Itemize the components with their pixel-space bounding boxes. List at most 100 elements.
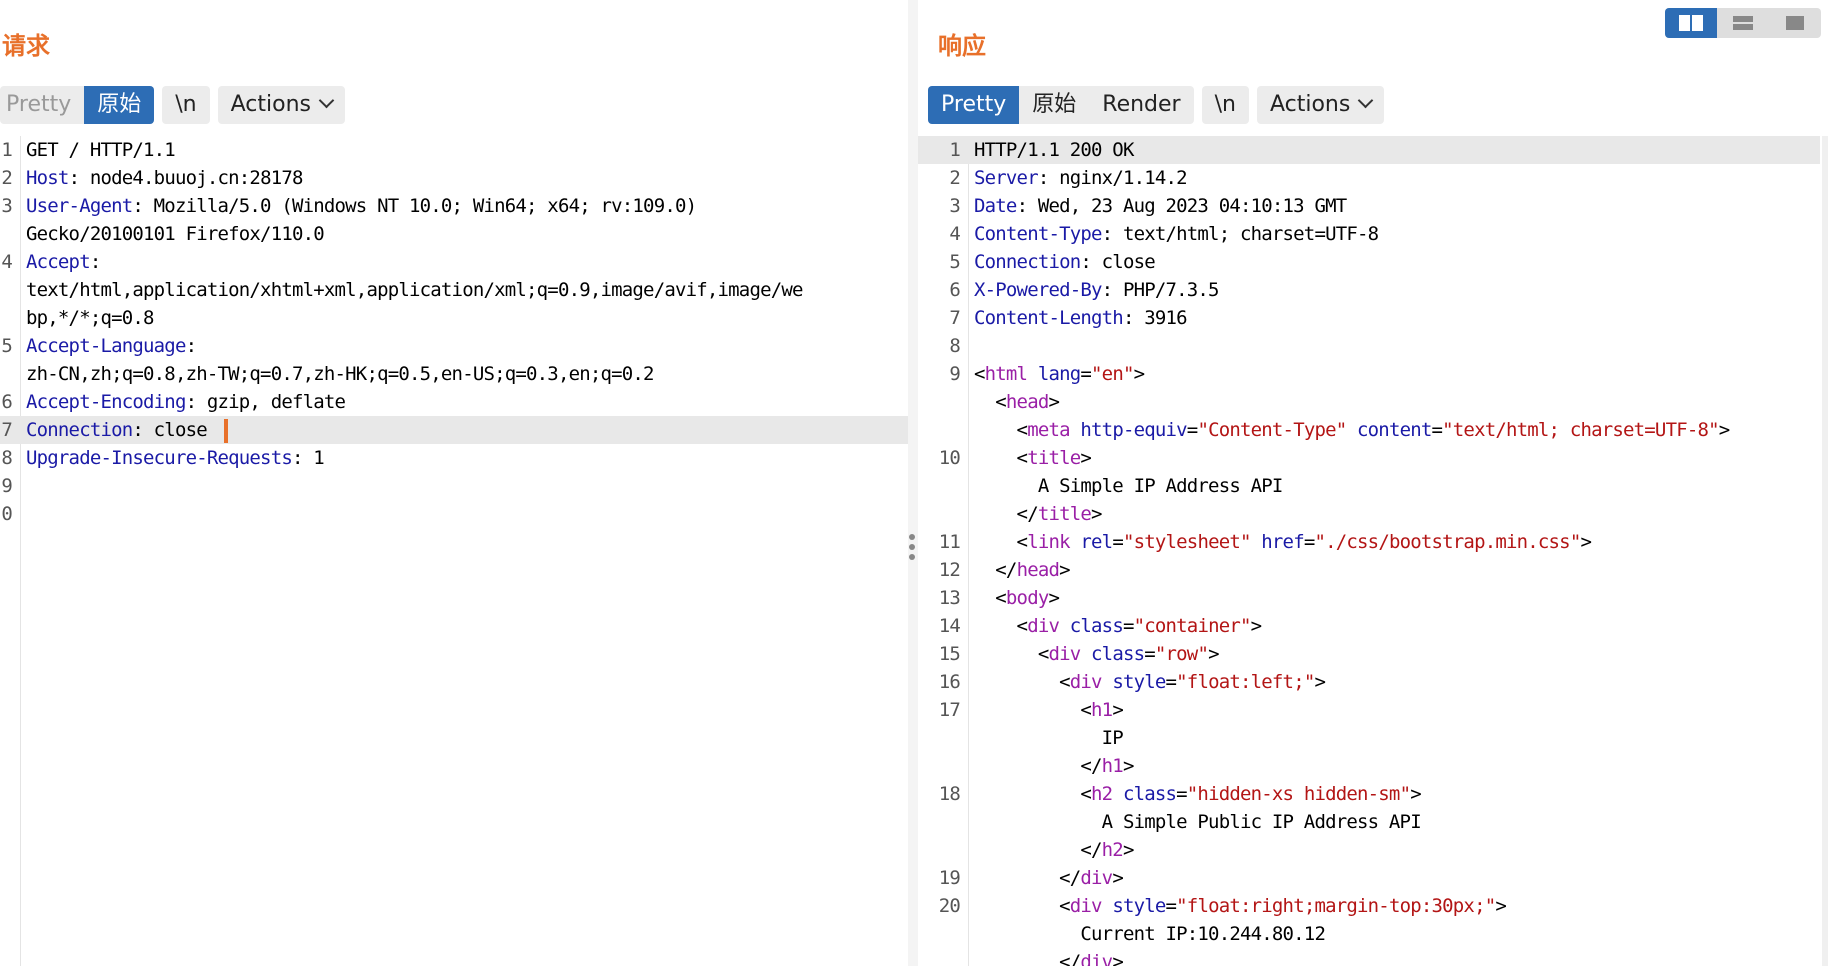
code-text: </title> <box>974 503 1103 525</box>
line-number: 1 <box>949 139 960 161</box>
request-code-line[interactable]: bp,*/*;q=0.8 <box>0 304 908 332</box>
code-text: User-Agent: Mozilla/5.0 (Windows NT 10.0… <box>26 195 697 217</box>
request-code-line[interactable]: 4 Accept: <box>0 248 908 276</box>
code-text: <div class="row"> <box>974 643 1220 665</box>
code-text: HTTP/1.1 200 OK <box>974 139 1134 161</box>
response-code-line[interactable]: 2 Server: nginx/1.14.2 <box>918 164 1820 192</box>
request-code-line[interactable]: text/html,application/xhtml+xml,applicat… <box>0 276 908 304</box>
request-code-line[interactable]: 2 Host: node4.buuoj.cn:28178 <box>0 164 908 192</box>
request-code-line[interactable]: 8 Upgrade-Insecure-Requests: 1 <box>0 444 908 472</box>
pane-splitter[interactable] <box>908 0 918 966</box>
line-number: 9 <box>949 363 960 385</box>
response-code-line[interactable]: IP <box>918 724 1820 752</box>
line-number: 0 <box>1 503 12 525</box>
response-code-line[interactable]: 17 <h1> <box>918 696 1820 724</box>
response-code-line[interactable]: 5 Connection: close <box>918 248 1820 276</box>
response-title: 响应 <box>938 32 986 60</box>
code-text: Upgrade-Insecure-Requests: 1 <box>26 447 325 469</box>
single-pane-layout-button[interactable] <box>1769 8 1821 38</box>
response-code-line[interactable]: </h1> <box>918 752 1820 780</box>
response-code-line[interactable]: </h2> <box>918 836 1820 864</box>
code-text: A Simple Public IP Address API <box>974 811 1422 833</box>
response-code-line[interactable]: 15 <div class="row"> <box>918 640 1820 668</box>
code-text: Content-Length: 3916 <box>974 307 1188 329</box>
line-number: 3 <box>949 195 960 217</box>
request-code-line[interactable]: Gecko/20100101 Firefox/110.0 <box>0 220 908 248</box>
request-tabbar: Pretty 原始 \n Actions <box>0 86 345 124</box>
response-code-line[interactable]: A Simple IP Address API <box>918 472 1820 500</box>
response-code-line[interactable]: <meta http-equiv="Content-Type" content=… <box>918 416 1820 444</box>
response-tab-pretty[interactable]: Pretty <box>928 86 1020 124</box>
response-code-line[interactable]: 7 Content-Length: 3916 <box>918 304 1820 332</box>
layout-toggle-group <box>1665 8 1821 38</box>
code-text: Current IP:10.244.80.12 <box>974 923 1326 945</box>
response-code-line[interactable]: 11 <link rel="stylesheet" href="./css/bo… <box>918 528 1820 556</box>
response-code-line[interactable]: 10 <title> <box>918 444 1820 472</box>
response-code-line[interactable]: 6 X-Powered-By: PHP/7.3.5 <box>918 276 1820 304</box>
code-text: Gecko/20100101 Firefox/110.0 <box>26 223 325 245</box>
stacked-layout-button[interactable] <box>1717 8 1769 38</box>
response-code-line[interactable]: 16 <div style="float:left;"> <box>918 668 1820 696</box>
response-code-line[interactable]: 20 <div style="float:right;margin-top:30… <box>918 892 1820 920</box>
response-editor[interactable]: 1 HTTP/1.1 200 OK 2 Server: nginx/1.14.2 3 Da… <box>918 136 1820 966</box>
response-code-line[interactable]: 9 <html lang="en"> <box>918 360 1820 388</box>
request-code-line[interactable]: zh-CN,zh;q=0.8,zh-TW;q=0.7,zh-HK;q=0.5,e… <box>0 360 908 388</box>
request-code-line[interactable]: 3 User-Agent: Mozilla/5.0 (Windows NT 10.… <box>0 192 908 220</box>
response-scrollbar[interactable] <box>1822 136 1828 966</box>
line-number: 19 <box>938 867 961 889</box>
response-code-line[interactable]: <head> <box>918 388 1820 416</box>
request-actions-label[interactable]: Actions <box>218 86 345 124</box>
code-text: bp,*/*;q=0.8 <box>26 307 154 329</box>
request-tab-raw[interactable]: 原始 <box>84 86 155 124</box>
response-code-line[interactable]: 3 Date: Wed, 23 Aug 2023 04:10:13 GMT <box>918 192 1820 220</box>
response-actions-label[interactable]: Actions <box>1257 86 1384 124</box>
response-code-line[interactable]: 13 <body> <box>918 584 1820 612</box>
line-number: 4 <box>949 223 960 245</box>
response-actions-button[interactable]: Actions <box>1256 86 1385 124</box>
line-number: 14 <box>938 615 961 637</box>
line-number: 9 <box>1 475 12 497</box>
code-text: Accept: <box>26 251 101 273</box>
line-number: 6 <box>1 391 12 413</box>
request-code-line[interactable]: 7 Connection: close <box>0 416 908 444</box>
drag-handle-icon[interactable] <box>909 534 915 564</box>
response-code-line[interactable]: 19 </div> <box>918 864 1820 892</box>
response-newline-label[interactable]: \n <box>1202 86 1249 124</box>
code-text: A Simple IP Address API <box>974 475 1284 497</box>
side-by-side-layout-button[interactable] <box>1665 8 1717 38</box>
code-text: Connection: close <box>26 416 228 444</box>
code-text: IP <box>974 727 1124 749</box>
response-code-line[interactable]: 14 <div class="container"> <box>918 612 1820 640</box>
line-number: 3 <box>1 195 12 217</box>
response-code-line[interactable]: 12 </head> <box>918 556 1820 584</box>
code-text: </h1> <box>974 755 1134 777</box>
response-code-line[interactable]: Current IP:10.244.80.12 <box>918 920 1820 948</box>
request-code-line[interactable]: 1 GET / HTTP/1.1 <box>0 136 908 164</box>
response-newline-toggle[interactable]: \n <box>1201 86 1249 124</box>
text-cursor <box>223 418 228 443</box>
request-actions-button[interactable]: Actions <box>217 86 345 124</box>
code-text: GET / HTTP/1.1 <box>26 139 176 161</box>
request-code-line[interactable]: 6 Accept-Encoding: gzip, deflate <box>0 388 908 416</box>
response-code-line[interactable]: 1 HTTP/1.1 200 OK <box>918 136 1820 164</box>
request-tab-pretty[interactable]: Pretty <box>0 86 84 124</box>
response-tab-render[interactable]: Render <box>1089 86 1193 124</box>
response-code-line[interactable]: A Simple Public IP Address API <box>918 808 1820 836</box>
code-text: <div class="container"> <box>974 615 1263 637</box>
line-number: 16 <box>938 671 961 693</box>
response-code-line[interactable]: 4 Content-Type: text/html; charset=UTF-8 <box>918 220 1820 248</box>
request-newline-label[interactable]: \n <box>162 86 209 124</box>
request-newline-toggle[interactable]: \n <box>162 86 210 124</box>
line-number: 7 <box>949 307 960 329</box>
request-code-line[interactable]: 5 Accept-Language: <box>0 332 908 360</box>
code-text: <title> <box>974 447 1092 469</box>
request-code-line[interactable]: 0 <box>0 500 908 528</box>
response-code-line[interactable]: 8 <box>918 332 1820 360</box>
response-tab-raw[interactable]: 原始 <box>1019 86 1089 124</box>
response-code-line[interactable]: </title> <box>918 500 1820 528</box>
request-code-line[interactable]: 9 <box>0 472 908 500</box>
code-text: <h1> <box>974 699 1123 721</box>
request-editor[interactable]: 1 GET / HTTP/1.1 2 Host: node4.buuoj.cn:281… <box>0 136 908 966</box>
response-code-line[interactable]: 18 <h2 class="hidden-xs hidden-sm"> <box>918 780 1820 808</box>
response-code-line[interactable]: </div> <box>918 948 1820 966</box>
